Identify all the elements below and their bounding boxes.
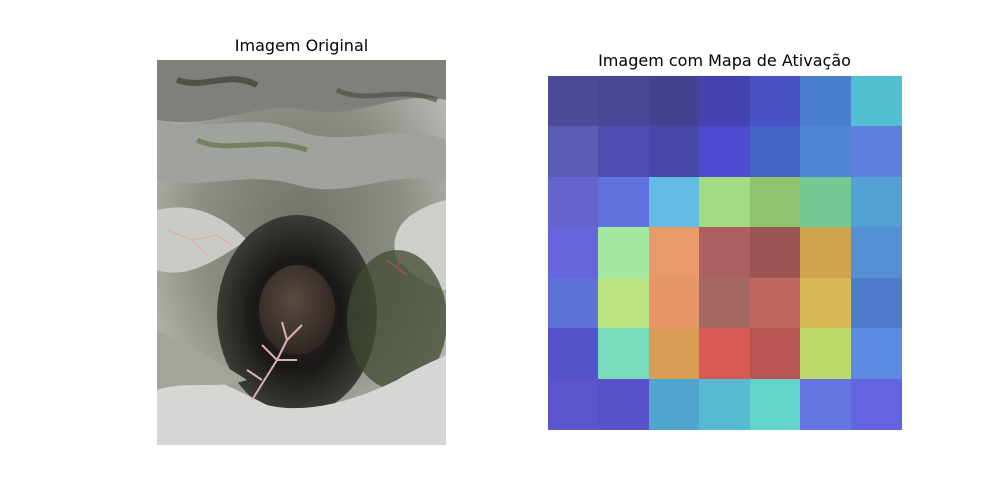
heatmap-cell	[699, 277, 751, 329]
heatmap-cell	[800, 227, 852, 279]
heatmap-cell	[598, 328, 650, 380]
heatmap-cell	[850, 328, 902, 380]
heatmap-cell	[548, 227, 599, 279]
original-image-title: Imagem Original	[234, 36, 369, 55]
heatmap-cell	[598, 378, 650, 430]
heatmap-cell	[548, 277, 599, 329]
heatmap-cell	[749, 126, 801, 178]
heatmap-cell	[598, 277, 650, 329]
heatmap-cell	[648, 76, 700, 127]
heatmap-cell	[800, 76, 852, 127]
heatmap-cell	[598, 176, 650, 228]
heatmap-cell	[699, 76, 751, 127]
heatmap-cell	[749, 277, 801, 329]
heatmap-cell	[800, 378, 852, 430]
figure: Imagem Original Imagem com Mapa de Ativa…	[0, 0, 1000, 500]
heatmap-cell	[800, 277, 852, 329]
heatmap-cell	[699, 227, 751, 279]
heatmap-cell	[749, 378, 801, 430]
heatmap-cell	[850, 76, 902, 127]
heatmap-cell	[648, 378, 700, 430]
heatmap-cell	[648, 227, 700, 279]
heatmap-cell	[548, 378, 599, 430]
activation-map-title: Imagem com Mapa de Ativação	[598, 51, 851, 70]
heatmap-cell	[648, 277, 700, 329]
heatmap-cell	[699, 126, 751, 178]
heatmap-cell	[648, 328, 700, 380]
heatmap-cell	[699, 328, 751, 380]
heatmap-cell	[548, 76, 599, 127]
heatmap-cell	[749, 328, 801, 380]
heatmap-cell	[548, 176, 599, 228]
heatmap-cell	[598, 76, 650, 127]
heatmap-cell	[648, 176, 700, 228]
heatmap-cell	[699, 176, 751, 228]
heatmap-cell	[800, 328, 852, 380]
original-photo	[157, 60, 446, 445]
heatmap-cell	[850, 378, 902, 430]
heatmap-cell	[749, 76, 801, 127]
heatmap-cell	[850, 176, 902, 228]
heatmap-cell	[548, 126, 599, 178]
heatmap-cell	[800, 126, 852, 178]
heatmap-cell	[800, 176, 852, 228]
heatmap-cell	[598, 227, 650, 279]
heatmap-cell	[850, 277, 902, 329]
activation-map	[548, 76, 902, 430]
heatmap-cell	[850, 227, 902, 279]
heatmap-cell	[598, 126, 650, 178]
heatmap-cell	[548, 328, 599, 380]
heatmap-cell	[749, 176, 801, 228]
heatmap-cell	[699, 378, 751, 430]
heatmap-cell	[749, 227, 801, 279]
heatmap-cell	[648, 126, 700, 178]
heatmap-cell	[850, 126, 902, 178]
